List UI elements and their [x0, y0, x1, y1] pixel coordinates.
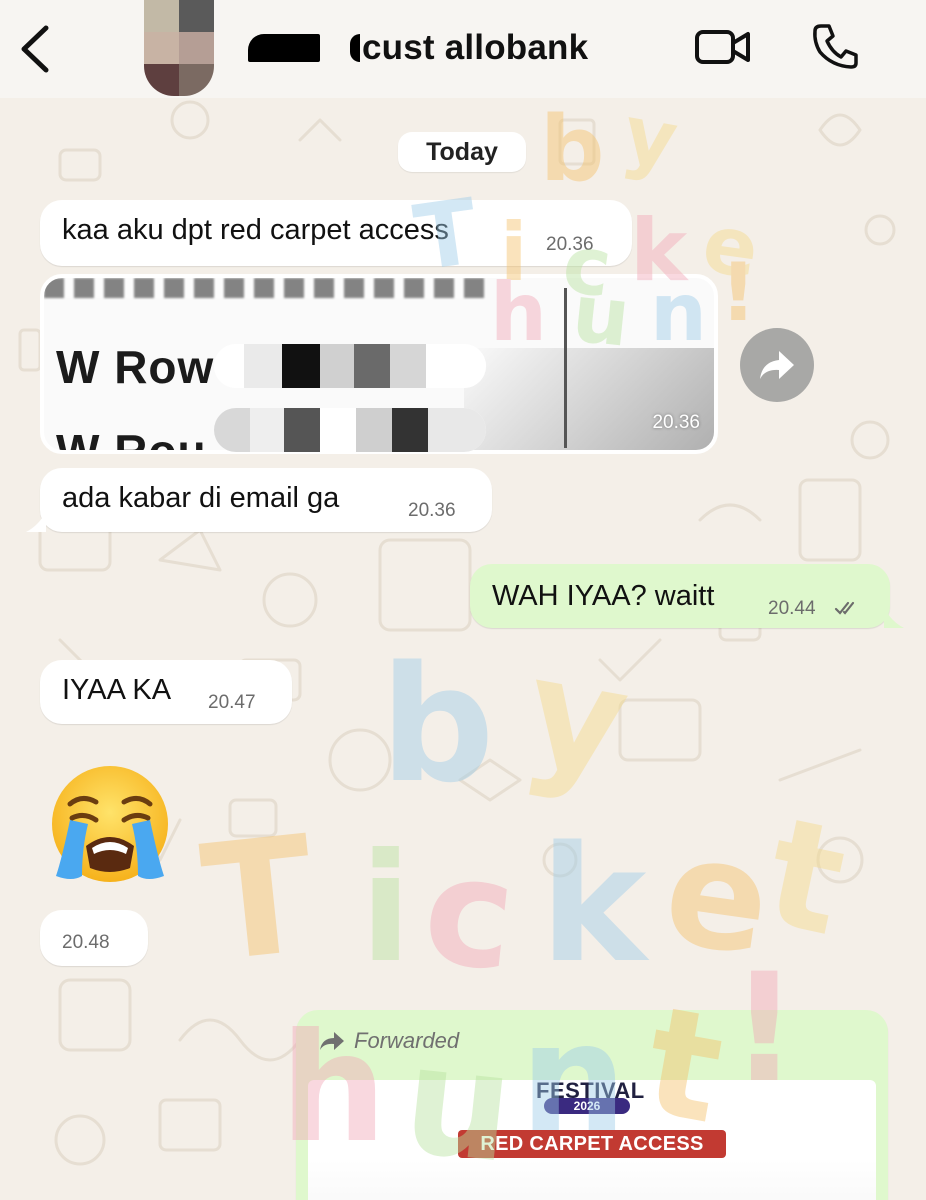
forwarded-label: Forwarded: [354, 1028, 460, 1053]
date-divider: Today: [398, 132, 526, 172]
avatar[interactable]: [144, 0, 214, 96]
red-carpet-badge: RED CARPET ACCESS: [458, 1130, 726, 1158]
loudly-crying-face-icon[interactable]: [42, 758, 178, 888]
outgoing-message[interactable]: WAH IYAA? waitt 20.44: [470, 564, 904, 628]
forward-arrow-icon: [320, 1032, 344, 1050]
incoming-message[interactable]: 20.48: [40, 910, 148, 966]
blurred-text: [44, 278, 484, 298]
contact-name-wrap[interactable]: cust allobank: [248, 26, 588, 70]
contact-name: cust allobank: [362, 28, 589, 67]
name-redaction: [350, 34, 360, 62]
share-arrow-icon: [760, 351, 794, 379]
incoming-message[interactable]: ada kabar di email ga 20.36: [26, 468, 492, 532]
bubble-tail: [884, 608, 904, 628]
read-receipt-icon: [834, 601, 855, 615]
chevron-left-icon[interactable]: [14, 22, 56, 76]
message-text: WAH IYAA? waitt: [492, 580, 715, 612]
message-text: ada kabar di email ga: [62, 482, 340, 514]
message-time: 20.36: [546, 234, 594, 255]
message-text: kaa aku dpt red carpet access: [62, 214, 449, 246]
message-time: 20.44: [768, 598, 816, 619]
name-redaction: [248, 34, 320, 62]
pixelated-redaction: [214, 344, 486, 388]
incoming-message[interactable]: IYAA KA 20.47: [40, 660, 292, 724]
incoming-message[interactable]: kaa aku dpt red carpet access 20.36: [40, 200, 632, 266]
pixelated-redaction: [214, 408, 486, 452]
image-divider: [564, 288, 567, 448]
forward-button[interactable]: [740, 328, 814, 402]
chat-area: Today kaa aku dpt red carpet access 20.3…: [0, 98, 926, 1200]
message-time: 20.48: [62, 932, 110, 953]
chat-header: cust allobank: [0, 0, 926, 98]
image-text: W Rou: [56, 425, 207, 454]
image-text: W Row: [56, 341, 215, 393]
message-text: IYAA KA: [62, 674, 172, 706]
message-time: 20.36: [652, 412, 700, 433]
phone-icon[interactable]: [812, 22, 858, 70]
festival-year: 2026: [573, 1099, 601, 1113]
card-shade: [308, 1160, 876, 1200]
festival-year-badge: 2026: [544, 1098, 630, 1114]
image-shade: [464, 348, 714, 450]
bubble-tail: [26, 512, 46, 532]
video-camera-icon[interactable]: [694, 27, 752, 67]
attachment-preview[interactable]: FESTIVAL 2026 RED CARPET ACCESS: [308, 1080, 876, 1200]
message-time: 20.36: [408, 500, 456, 521]
message-time: 20.47: [208, 692, 256, 713]
outgoing-forwarded-message[interactable]: Forwarded FESTIVAL 2026 RED CARPET ACCES…: [296, 1010, 888, 1200]
